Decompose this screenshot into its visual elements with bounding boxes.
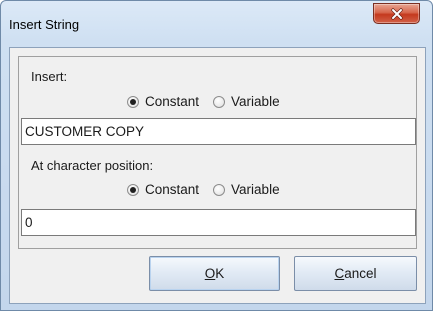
dialog-content: Insert: Constant Variable At character p… [9, 47, 426, 304]
close-button[interactable] [373, 3, 420, 24]
title-bar[interactable]: Insert String [1, 1, 432, 39]
insert-constant-label: Constant [145, 94, 200, 109]
ok-label-rest: K [215, 266, 225, 281]
cancel-button[interactable]: Cancel [294, 256, 417, 291]
radio-unselected-icon [213, 183, 226, 196]
character-position-input[interactable] [21, 209, 416, 236]
insert-label: Insert: [31, 69, 68, 84]
position-constant-label: Constant [145, 182, 200, 197]
insert-constant-radio[interactable]: Constant [127, 94, 199, 109]
position-mode-radio-group: Constant Variable [127, 182, 280, 197]
insert-variable-label: Variable [231, 94, 280, 109]
radio-selected-icon [127, 95, 139, 108]
position-variable-radio[interactable]: Variable [213, 182, 280, 197]
window-title: Insert String [9, 17, 80, 32]
insert-variable-radio[interactable]: Variable [213, 94, 280, 109]
cancel-mnemonic: C [334, 266, 345, 281]
insert-string-dialog: Insert String Insert: Constant Variable [0, 0, 433, 311]
position-label: At character position: [31, 158, 154, 173]
ok-mnemonic: O [204, 266, 216, 281]
close-icon [390, 7, 403, 20]
radio-unselected-icon [213, 95, 226, 108]
radio-selected-icon [127, 183, 139, 196]
cancel-label-rest: ancel [344, 266, 377, 281]
position-variable-label: Variable [231, 182, 280, 197]
ok-button[interactable]: OK [149, 256, 280, 291]
insert-mode-radio-group: Constant Variable [127, 94, 280, 109]
position-constant-radio[interactable]: Constant [127, 182, 199, 197]
options-group: Insert: Constant Variable At character p… [18, 56, 417, 249]
insert-string-input[interactable] [21, 118, 416, 145]
